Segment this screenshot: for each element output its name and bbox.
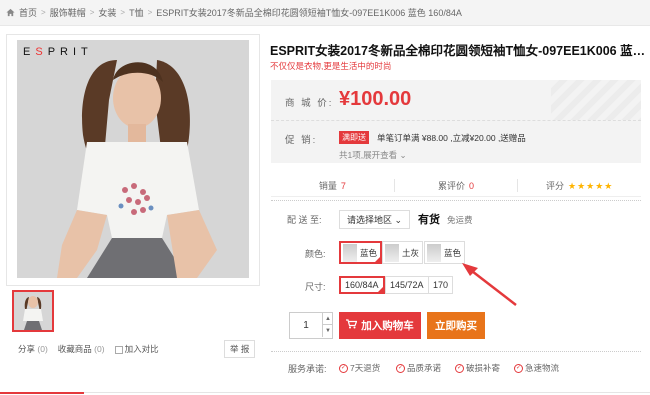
service-quality: ✓ 品质承诺 — [396, 362, 441, 374]
divider — [271, 200, 641, 201]
buy-now-button[interactable]: 立即购买 — [427, 312, 485, 339]
share-count: (0) — [37, 344, 48, 354]
size-label: 尺寸: — [305, 282, 326, 292]
compare-checkbox[interactable] — [114, 345, 123, 354]
breadcrumb-separator: > — [89, 8, 95, 17]
breadcrumb-separator: > — [120, 8, 126, 17]
service-return: ✓ 7天退货 — [339, 362, 380, 374]
gallery-thumbnail[interactable] — [12, 290, 54, 332]
share-label: 分享 — [18, 344, 36, 354]
size-option-label: 170 — [433, 280, 449, 290]
price-divider — [271, 120, 641, 121]
region-selector[interactable]: 请选择地区 ⌄ — [339, 210, 411, 229]
price-box: 商 城 价: ¥100.00 促 销: 满即送 单笔订单满 ¥88.00 ,立减… — [271, 80, 641, 163]
price-label: 商 城 价: — [285, 98, 334, 109]
shipping-info: 免运费 — [447, 215, 473, 225]
breadcrumb-home[interactable]: 首页 — [19, 6, 37, 19]
gallery-actions: 分享 (0) 收藏商品 (0) 加入对比 — [18, 343, 159, 355]
color-option-label: 蓝色 — [444, 247, 462, 258]
promo-text: 单笔订单满 ¥88.00 ,立减¥20.00 ,送赠品 — [377, 133, 526, 143]
service-label: 品质承诺 — [407, 363, 442, 373]
add-to-cart-button[interactable]: 加入购物车 — [339, 312, 421, 339]
color-option-label: 土灰 — [402, 247, 420, 258]
color-thumbnail — [385, 243, 399, 262]
service-label: 7天退货 — [350, 363, 381, 373]
quantity-down-icon[interactable]: ▼ — [322, 325, 333, 337]
product-image-frame[interactable]: ESPRIT — [6, 34, 260, 286]
breadcrumb-women[interactable]: 女装 — [98, 6, 116, 19]
product-photo: ESPRIT — [17, 40, 249, 278]
service-icon: ✓ — [396, 363, 405, 373]
color-label: 颜色: — [305, 249, 326, 259]
favorite-count: (0) — [94, 344, 105, 354]
sales-label: 销量 — [318, 181, 337, 191]
size-option-170[interactable]: 170 — [428, 276, 454, 294]
service-damage: ✓ 破损补寄 — [455, 362, 500, 374]
color-option-blue[interactable]: 蓝色 — [339, 241, 383, 264]
product-subtitle: 不仅仅是衣物,更是生活中的时尚 — [270, 61, 392, 71]
cart-icon — [346, 319, 358, 332]
services-label: 服务承诺: — [288, 364, 327, 374]
rating-label: 评分 — [546, 181, 565, 191]
quantity-input[interactable]: 1 — [290, 313, 322, 338]
promo-expand[interactable]: 共1项,展开查看 ⌄ — [339, 149, 407, 161]
region-placeholder: 请选择地区 — [347, 215, 393, 225]
promo-label: 促 销: — [285, 135, 318, 146]
home-icon — [6, 8, 15, 17]
compare-toggle[interactable]: 加入对比 — [114, 343, 159, 355]
model-illustration — [17, 40, 249, 278]
breadcrumb-separator: > — [41, 8, 46, 17]
breadcrumb-current: ESPRIT女装2017冬新品全棉印花圆领短袖T恤女-097EE1K006 蓝色… — [156, 8, 462, 18]
rating-stat: 评分 ★★★★★ — [517, 179, 641, 192]
quantity-stepper: 1 ▲ ▼ — [289, 312, 333, 339]
product-stats: 销量 7 累评价 0 评分 ★★★★★ — [271, 175, 641, 197]
color-option-gray[interactable]: 土灰 — [382, 241, 424, 264]
favorite-button[interactable]: 收藏商品 (0) — [58, 343, 105, 355]
sales-value: 7 — [340, 181, 346, 191]
selected-check-icon — [376, 286, 384, 293]
add-to-cart-label: 加入购物车 — [361, 320, 414, 332]
size-option-label: 145/72A — [390, 280, 424, 290]
chevron-down-icon: ⌄ — [399, 150, 407, 160]
color-thumbnail — [343, 243, 357, 262]
breadcrumb-separator: > — [147, 8, 153, 17]
color-option-blue-2[interactable]: 蓝色 — [424, 241, 466, 264]
service-icon: ✓ — [455, 363, 464, 373]
quantity-up-icon[interactable]: ▲ — [322, 313, 333, 325]
size-option-160[interactable]: 160/84A — [339, 276, 385, 294]
reviews-label: 累评价 — [437, 181, 465, 191]
reviews-value: 0 — [469, 181, 475, 191]
report-button[interactable]: 举 报 — [224, 340, 256, 358]
chevron-down-icon: ⌄ — [394, 215, 403, 225]
size-option-label: 160/84A — [345, 280, 379, 290]
selected-check-icon — [374, 256, 382, 263]
favorite-label: 收藏商品 — [57, 344, 92, 354]
service-label: 急速物流 — [525, 363, 560, 373]
share-button[interactable]: 分享 (0) — [18, 343, 48, 355]
brand-logo: ESPRIT — [23, 46, 93, 58]
reviews-stat[interactable]: 累评价 0 — [393, 179, 518, 192]
breadcrumb-apparel[interactable]: 服饰鞋帽 — [50, 6, 86, 19]
promo-tag: 满即送 — [339, 131, 369, 144]
divider — [271, 351, 641, 352]
stock-status: 有货 — [418, 214, 440, 226]
promo-summary: 共1项,展开查看 — [339, 150, 398, 160]
color-thumbnail — [427, 243, 441, 262]
size-option-145[interactable]: 145/72A — [385, 276, 429, 294]
sales-stat: 销量 7 — [271, 179, 394, 192]
delivery-label: 配 送 至: — [287, 215, 322, 225]
service-label: 破损补寄 — [466, 363, 501, 373]
breadcrumb: 首页 > 服饰鞋帽 > 女装 > T恤 > ESPRIT女装2017冬新品全棉印… — [0, 0, 650, 26]
service-express: ✓ 急速物流 — [514, 362, 559, 374]
breadcrumb-tshirt[interactable]: T恤 — [129, 6, 144, 19]
product-title: ESPRIT女装2017冬新品全棉印花圆领短袖T恤女-097EE1K006 蓝色… — [270, 44, 648, 58]
service-icon: ✓ — [514, 363, 523, 373]
service-icon: ✓ — [339, 363, 348, 373]
compare-label: 加入对比 — [124, 344, 159, 354]
active-tab-indicator — [0, 392, 84, 394]
rating-stars: ★★★★★ — [568, 181, 614, 191]
price-value: ¥100.00 — [339, 88, 412, 110]
